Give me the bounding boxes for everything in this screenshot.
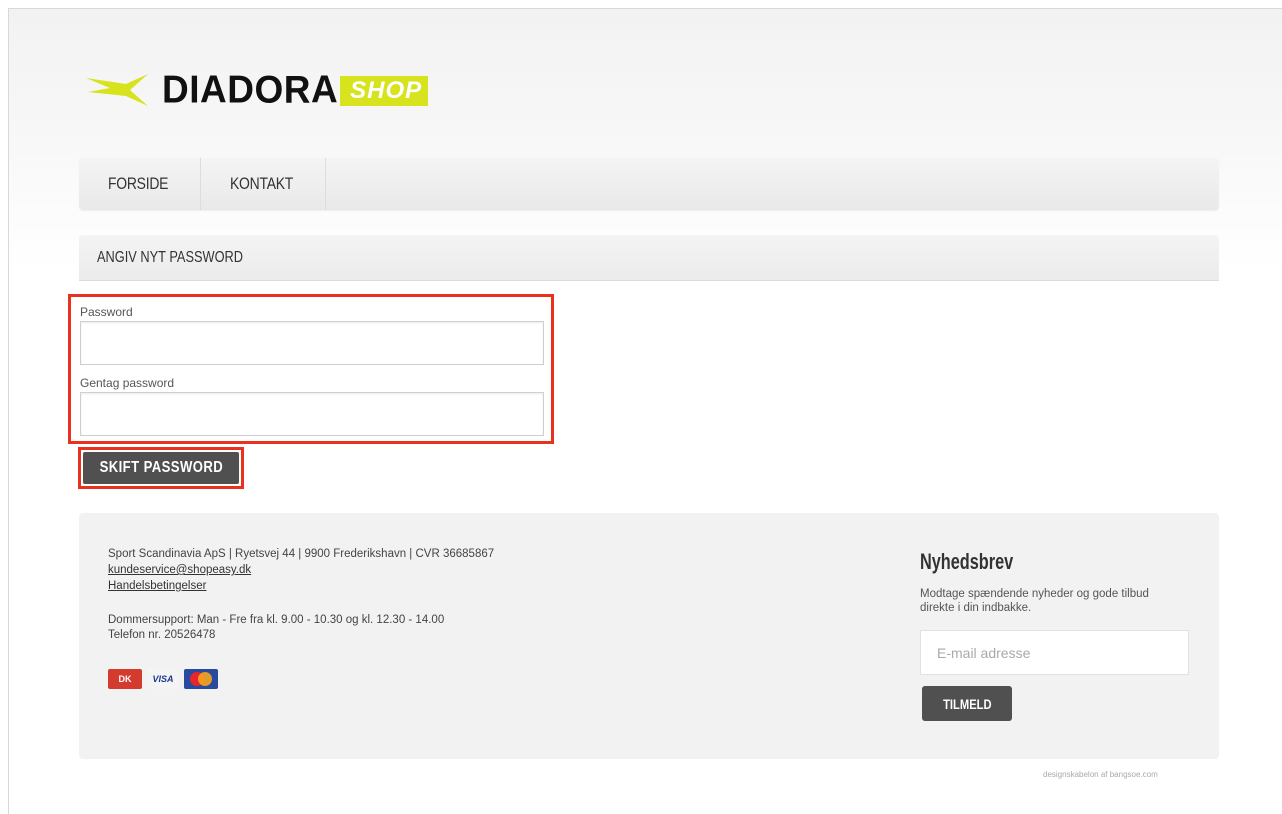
terms-link[interactable]: Handelsbetingelser <box>108 580 206 593</box>
newsletter-title: Nyhedsbrev <box>920 549 1014 574</box>
submit-highlight: SKIFT PASSWORD <box>78 447 244 489</box>
support-hours: Dommersupport: Man - Fre fra kl. 9.00 - … <box>108 614 445 626</box>
visa-icon: VISA <box>148 669 178 689</box>
footer: Sport Scandinavia ApS | Ryetsvej 44 | 99… <box>79 513 1219 759</box>
dankort-label: DK <box>118 674 132 684</box>
payment-cards: DK VISA <box>108 669 218 689</box>
nav-item-label: KONTAKT <box>230 174 294 193</box>
company-info: Sport Scandinavia ApS | Ryetsvej 44 | 99… <box>108 548 495 560</box>
password-label: Password <box>80 305 133 319</box>
designer-credit[interactable]: designskabelon af bangsoe.com <box>1043 770 1158 779</box>
subscribe-button[interactable]: TILMELD <box>922 686 1012 721</box>
visa-label: VISA <box>152 674 174 684</box>
nav-item-kontakt[interactable]: KONTAKT <box>201 158 326 210</box>
subscribe-button-label: TILMELD <box>942 695 992 712</box>
diadora-arrow-icon <box>86 74 148 106</box>
page-title: ANGIV NYT PASSWORD <box>97 249 244 266</box>
main-nav: FORSIDE KONTAKT <box>79 158 1219 210</box>
page: DIADORA SHOP FORSIDE KONTAKT ANGIV NYT P… <box>0 0 1282 814</box>
newsletter-description: Modtage spændende nyheder og gode tilbud… <box>920 588 1149 614</box>
repeat-password-label: Gentag password <box>80 376 175 390</box>
site-logo[interactable]: DIADORA SHOP <box>86 67 429 111</box>
mastercard-icon <box>184 669 218 689</box>
change-password-button-label: SKIFT PASSWORD <box>99 459 223 476</box>
email-link[interactable]: kundeservice@shopeasy.dk <box>108 564 251 577</box>
section-header: ANGIV NYT PASSWORD <box>79 235 1219 281</box>
newsletter-email-field[interactable] <box>920 630 1189 675</box>
repeat-password-field[interactable] <box>80 392 544 436</box>
logo-shop-badge: SHOP <box>340 76 429 106</box>
nav-item-label: FORSIDE <box>108 174 169 193</box>
phone-number: Telefon nr. 20526478 <box>108 629 216 641</box>
password-field[interactable] <box>80 321 544 365</box>
nav-item-forside[interactable]: FORSIDE <box>79 158 201 210</box>
logo-wordmark: DIADORA <box>162 67 339 111</box>
change-password-button[interactable]: SKIFT PASSWORD <box>83 452 239 484</box>
dankort-icon: DK <box>108 669 142 689</box>
